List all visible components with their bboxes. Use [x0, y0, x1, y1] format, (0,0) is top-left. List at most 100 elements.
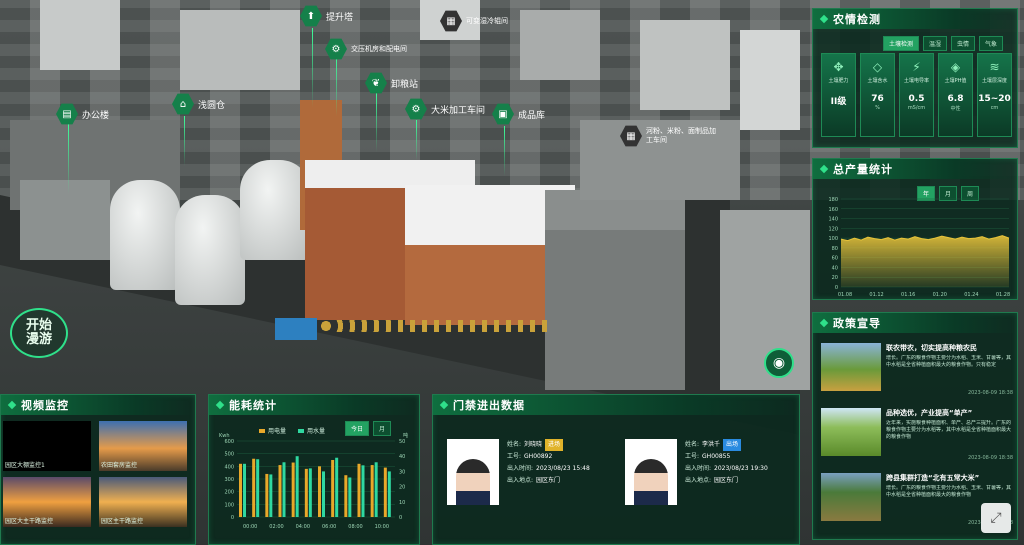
- gate-panel: 门禁进出数据 姓名: 刘晓晓 进场 工号: GH00892 出入时间: 2023/08/23…: [432, 394, 800, 545]
- x-tick: 01.16: [901, 292, 915, 298]
- output-area: [841, 235, 1009, 287]
- bar-water: [374, 462, 378, 517]
- output-panel: 总产量统计 年 月 周 0 20 40 60 80 100 120 140 160 180 01.0…: [812, 158, 1018, 300]
- start-tour-button[interactable]: 开始 漫游: [10, 308, 68, 358]
- fullscreen-button[interactable]: ⤢: [981, 503, 1011, 533]
- tower-block: [520, 10, 600, 80]
- camera-feed-1[interactable]: 园区大棚监控1: [3, 421, 91, 471]
- policy-item-body: 近年来，实施粮食种植面积、单产、总产三提升。广东的粮食作物主要分为水稻等，其中水…: [886, 420, 1012, 440]
- policy-item[interactable]: 联农带农，切实提高种粮农民增长。广东的粮食作物主要分为水稻、玉米、甘薯等，其中水…: [821, 343, 1013, 405]
- x-tick: 08:00: [348, 524, 362, 530]
- label-bangong[interactable]: ▤ 办公楼: [56, 103, 109, 125]
- person-photo: [625, 439, 677, 505]
- output-title: 总产量统计: [813, 159, 1017, 179]
- y2-axis-label: 吨: [403, 432, 408, 439]
- farm-metric-0: ✥ 土壤肥力 II级: [821, 53, 856, 137]
- legend-label: 用水量: [307, 428, 326, 435]
- y1-tick: 0: [231, 515, 234, 521]
- camera-feed-3[interactable]: 园区大主干路监控: [3, 477, 91, 527]
- bar-water: [243, 463, 246, 517]
- id-row: 工号: GH00892: [507, 451, 590, 463]
- person-info: 姓名: 刘晓晓 进场 工号: GH00892 出入时间: 2023/08/23 15:48 出…: [507, 439, 590, 505]
- id-label: 工号:: [507, 453, 522, 460]
- label-qianyuan[interactable]: ⌂ 浅圆仓: [172, 93, 225, 115]
- policy-image: [821, 343, 881, 391]
- y2-tick: 20: [399, 485, 405, 491]
- policy-image: [821, 408, 881, 456]
- x-tick: 10:00: [375, 524, 389, 530]
- label-tishengta[interactable]: ⬆ 提升塔: [300, 5, 353, 27]
- metric-unit: cm: [990, 105, 999, 111]
- tab-weather[interactable]: 气象: [979, 36, 1004, 51]
- tab-temp[interactable]: 温湿: [923, 36, 948, 51]
- tower-block: [40, 0, 120, 70]
- farm-panel: 农情检测 土壤检测 温湿 虫情 气象 ✥ 土壤肥力 II级 ◇ 土壤含水 76% ⚡ 土壤电导…: [812, 8, 1018, 148]
- x-tick: 01.28: [996, 292, 1010, 298]
- soil-icon: ✥: [833, 60, 844, 74]
- tab-pest[interactable]: 虫情: [951, 36, 976, 51]
- person-photo: [447, 439, 499, 505]
- tower-block: [640, 20, 730, 110]
- pin-line: [312, 28, 313, 108]
- policy-item[interactable]: 品种选优，产业提高“单产” 近年来，实施粮食种植面积、单产、总产三提升。广东的粮食…: [821, 408, 1013, 470]
- label-chengpin[interactable]: ▣ 成品库: [492, 103, 545, 125]
- video-panel: 视频监控 园区大棚监控1 农田套房监控 园区大主干路监控 园区主干路监控: [0, 394, 196, 545]
- name-label: 姓名:: [685, 441, 700, 448]
- policy-item-date: 2023-08-09 18:38: [967, 455, 1013, 461]
- y-tick: 180: [828, 197, 838, 203]
- label-jiaoya[interactable]: ⚙ 交压机房和配电间: [325, 38, 407, 60]
- y1-tick: 300: [224, 477, 234, 483]
- bar-water: [322, 471, 325, 517]
- metric-value: II级: [830, 97, 847, 107]
- bar-power: [344, 475, 348, 517]
- tower-block: [180, 10, 300, 90]
- silo: [175, 195, 245, 305]
- farm-metric-1: ◇ 土壤含水 76%: [860, 53, 895, 137]
- legend-label: 用电量: [268, 428, 287, 435]
- name-row: 姓名: 李洪千 出场: [685, 439, 768, 451]
- bar-water: [295, 456, 299, 517]
- label-xieliang[interactable]: ❦ 卸粮站: [365, 72, 418, 94]
- office-icon: ▤: [56, 103, 78, 125]
- gate-person-card[interactable]: 姓名: 刘晓晓 进场 工号: GH00892 出入时间: 2023/08/23 15:48 出…: [447, 439, 607, 505]
- factory-icon: ▦: [620, 125, 642, 147]
- id-row: 工号: GH00855: [685, 451, 768, 463]
- bar-power: [278, 465, 282, 517]
- gate-person-card[interactable]: 姓名: 李洪千 出场 工号: GH00855 出入时间: 2023/08/23 19:30 出…: [625, 439, 785, 505]
- metric-label: 土壤PH值: [944, 78, 967, 84]
- id-label: 工号:: [685, 453, 700, 460]
- warehouse-icon: ⌂: [172, 93, 194, 115]
- bar-water: [269, 474, 273, 517]
- metric-value: 0.5: [908, 94, 925, 104]
- y2-tick: 30: [399, 469, 405, 475]
- policy-panel: 政策宣导 联农带农，切实提高种粮农民 增长。广东的粮食作物主要分为水稻、玉米、甘薯…: [812, 312, 1018, 540]
- tab-soil[interactable]: 土壤检测: [883, 36, 920, 51]
- camera-feed-2[interactable]: 农田套房监控: [99, 421, 187, 471]
- label-hefen[interactable]: ▦ 河粉、米粉、面制品加工车间: [620, 125, 740, 147]
- metric-value: 15~20: [978, 94, 1011, 104]
- pin-line: [504, 126, 505, 176]
- pin-line: [336, 56, 337, 116]
- bar-power: [318, 466, 321, 517]
- y-tick: 0: [835, 285, 838, 291]
- label-dami[interactable]: ⚙ 大米加工车间: [405, 98, 485, 120]
- bar-power: [383, 467, 387, 517]
- camera-feed-4[interactable]: 园区主干路监控: [99, 477, 187, 527]
- camera-marker-icon[interactable]: ◉: [764, 348, 794, 378]
- tree-row: [320, 320, 550, 332]
- y-tick: 140: [828, 217, 838, 223]
- gate-title: 门禁进出数据: [433, 395, 799, 415]
- y2-tick: 50: [399, 439, 405, 445]
- policy-item-body: 增长。广东的粮食作物主要分为水稻、玉米、甘薯等，其中水稻是全省种植面积最大的粮食…: [886, 355, 1012, 368]
- time-row: 出入时间: 2023/08/23 15:48: [507, 463, 590, 475]
- y-tick: 80: [832, 246, 838, 252]
- policy-item-title: 联农带农，切实提高种粮农民: [886, 344, 977, 352]
- person-id: GH00855: [702, 453, 731, 460]
- tower-block: [740, 30, 800, 130]
- x-tick: 00:00: [243, 524, 257, 530]
- y-tick: 20: [832, 275, 838, 281]
- farm-tabs: 土壤检测 温湿 虫情 气象: [883, 36, 1004, 51]
- metric-unit: %: [875, 105, 880, 111]
- gate-list: 姓名: 刘晓晓 进场 工号: GH00892 出入时间: 2023/08/23 15:48 出…: [447, 439, 785, 505]
- label-kebianjian[interactable]: ▦ 可变湿冷辊间: [440, 10, 508, 32]
